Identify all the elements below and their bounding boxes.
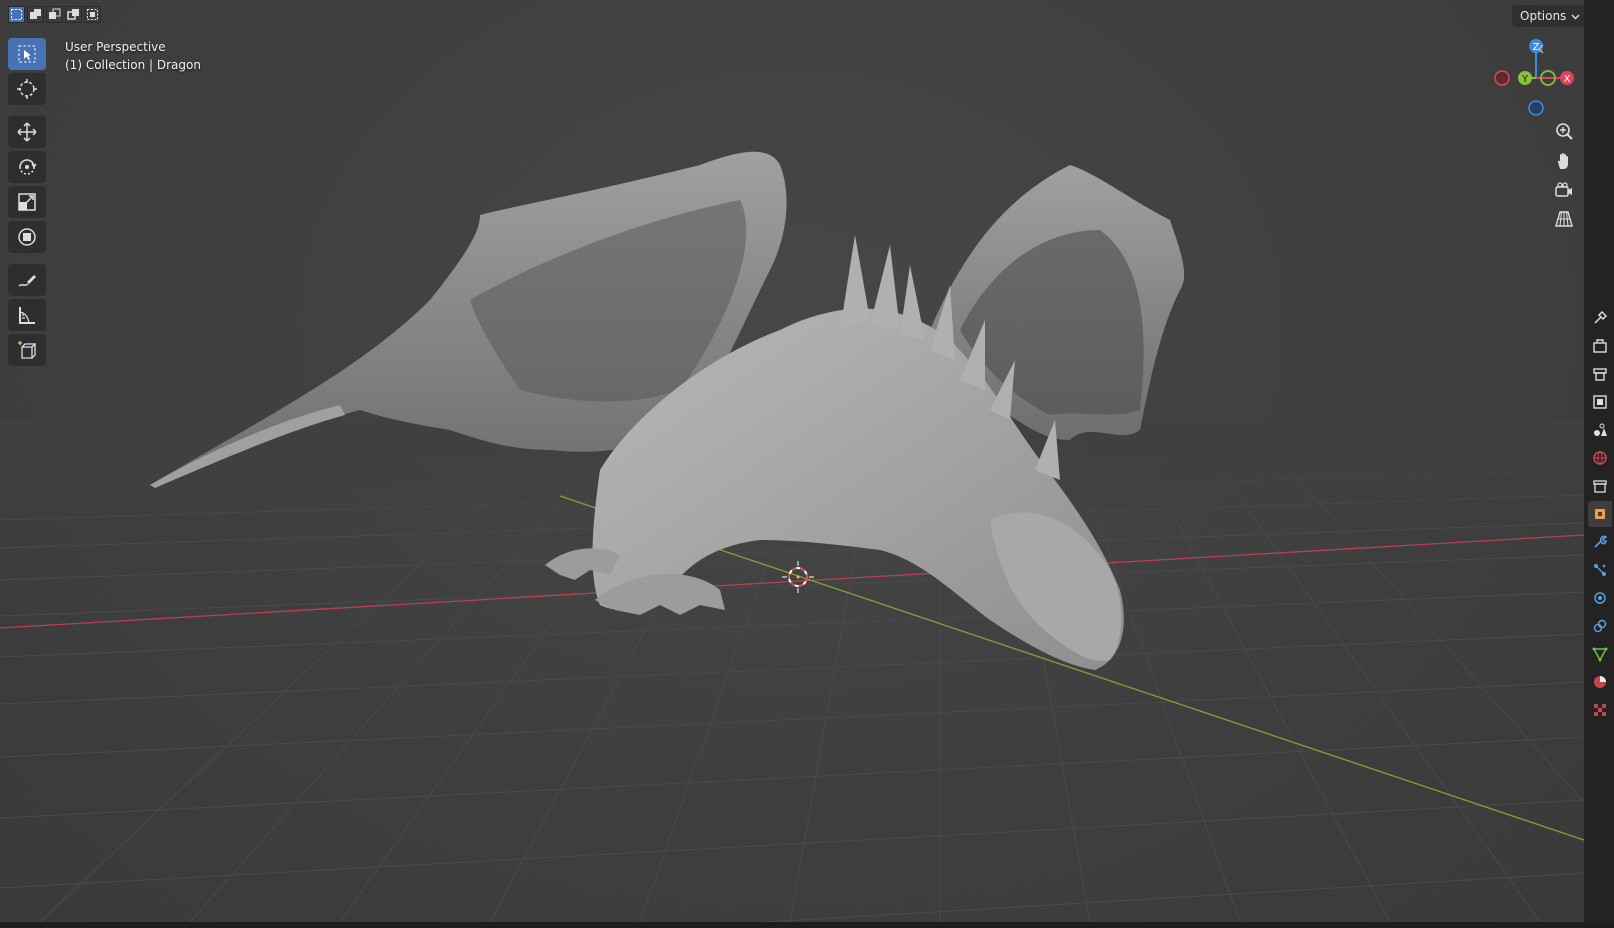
rotate-icon [19, 159, 37, 175]
gizmo-x-label: X [1564, 74, 1571, 85]
collapse-arrow-icon[interactable] [1536, 44, 1546, 54]
properties-tab-render[interactable] [1588, 333, 1612, 359]
properties-tab-tool[interactable] [1588, 305, 1612, 331]
properties-tabs [1587, 305, 1613, 725]
zoom-button[interactable] [1551, 118, 1577, 144]
select-mode-strip [8, 6, 101, 24]
subtract-selection-button[interactable] [46, 6, 63, 23]
difference-selection-button[interactable] [65, 6, 82, 23]
properties-tab-texture[interactable] [1588, 697, 1612, 723]
properties-tab-physics[interactable] [1588, 585, 1612, 611]
collection-label: (1) Collection | Dragon [65, 58, 201, 72]
properties-tab-particles[interactable] [1588, 557, 1612, 583]
particles-icon [1594, 564, 1606, 576]
pan-button[interactable] [1551, 148, 1577, 174]
pan-hand-icon [1557, 153, 1568, 169]
add-cube-icon [18, 341, 37, 359]
set-new-selection-icon [11, 9, 22, 20]
collection-icon [1593, 480, 1607, 493]
physics-icon [1594, 592, 1606, 604]
output-icon [1593, 368, 1607, 381]
orthographic-grid-icon [1555, 211, 1573, 227]
tool-annotate[interactable] [8, 264, 46, 296]
annotate-icon [18, 275, 36, 287]
toolbar-separator [8, 108, 48, 113]
render-icon [1593, 339, 1607, 353]
perspective-label: User Perspective [65, 40, 166, 54]
tool-add-cube[interactable] [8, 334, 46, 366]
tool-transform[interactable] [8, 221, 46, 253]
mesh-data-icon [1592, 647, 1608, 662]
move-icon [17, 122, 37, 142]
status-bar-edge [0, 922, 1614, 928]
scene-icon [1594, 423, 1607, 436]
tool-measure[interactable] [8, 299, 46, 331]
3d-viewport[interactable]: Options User Perspective (1) Collection … [0, 0, 1584, 923]
properties-tab-collection[interactable] [1588, 473, 1612, 499]
texture-icon [1594, 704, 1606, 716]
difference-selection-icon [67, 9, 79, 20]
tool-settings-icon [1594, 310, 1608, 324]
properties-tab-data[interactable] [1588, 641, 1612, 667]
measure-icon [19, 307, 35, 324]
intersect-selection-button[interactable] [84, 6, 101, 23]
extend-selection-button[interactable] [27, 6, 44, 23]
transform-icon [18, 228, 36, 246]
material-icon [1594, 676, 1606, 688]
viewport-info: User Perspective (1) Collection | Dragon [65, 38, 201, 74]
chevron-down-icon [1571, 14, 1580, 19]
zoom-icon [1556, 123, 1573, 140]
camera-view-icon [1555, 182, 1572, 197]
properties-tab-scene[interactable] [1588, 417, 1612, 443]
x-axis-line [0, 534, 1584, 629]
tool-rotate[interactable] [8, 151, 46, 183]
properties-tab-output[interactable] [1588, 361, 1612, 387]
properties-tab-view-layer[interactable] [1588, 389, 1612, 415]
constraints-icon [1593, 619, 1607, 633]
wrench-icon [1594, 535, 1608, 548]
tool-select-box[interactable] [8, 38, 46, 70]
properties-tab-constraints[interactable] [1588, 613, 1612, 639]
tool-shelf [8, 38, 48, 366]
orthographic-toggle-button[interactable] [1551, 206, 1577, 232]
extend-selection-icon [30, 9, 41, 19]
properties-tab-material[interactable] [1588, 669, 1612, 695]
view-layer-icon [1593, 395, 1607, 409]
properties-tab-modifiers[interactable] [1588, 529, 1612, 555]
set-new-selection-button[interactable] [8, 6, 25, 23]
tool-scale[interactable] [8, 186, 46, 218]
intersect-selection-icon [87, 9, 98, 20]
select-box-icon [18, 45, 36, 63]
gizmo-y-label: Y [1521, 74, 1529, 85]
scale-icon [18, 193, 36, 211]
tool-cursor[interactable] [8, 73, 46, 105]
viewport-scene [0, 151, 1584, 922]
dragon-mesh [150, 151, 1185, 670]
camera-view-button[interactable] [1551, 178, 1577, 204]
subtract-selection-icon [49, 8, 61, 19]
tool-move[interactable] [8, 116, 46, 148]
options-label: Options [1520, 9, 1567, 23]
navigation-gizmo[interactable]: Z X Y [1490, 36, 1580, 126]
object-icon [1595, 509, 1605, 519]
toolbar-separator [8, 256, 48, 261]
properties-tab-world[interactable] [1588, 445, 1612, 471]
cursor-icon [17, 79, 37, 99]
3d-cursor [782, 561, 814, 593]
options-dropdown[interactable]: Options [1512, 5, 1584, 27]
properties-tab-object[interactable] [1588, 501, 1612, 527]
world-icon [1593, 451, 1607, 465]
